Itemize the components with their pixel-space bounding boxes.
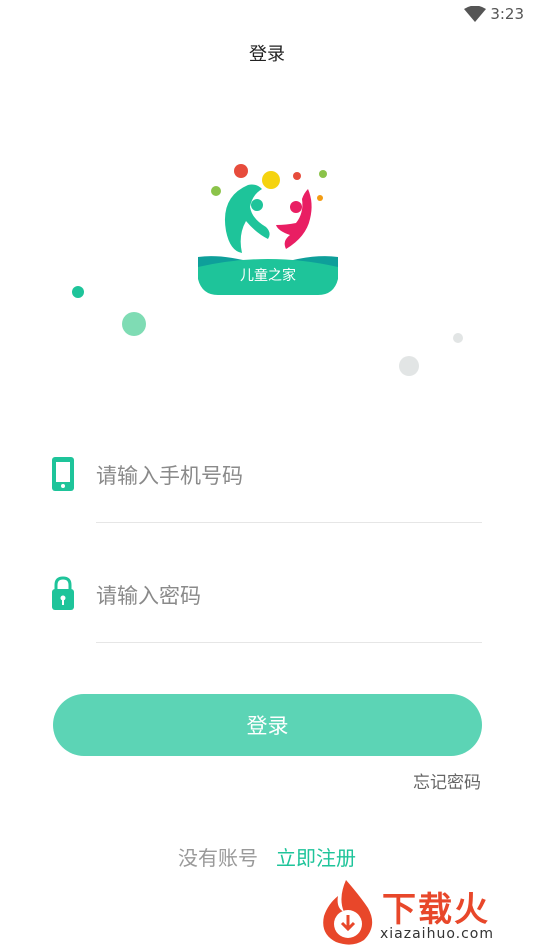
page-title: 登录	[249, 44, 285, 65]
decor-dot	[72, 286, 84, 298]
decor-dot	[122, 312, 146, 336]
forgot-password-link[interactable]: 忘记密码	[413, 768, 481, 793]
password-underline	[96, 642, 482, 643]
password-input[interactable]	[96, 576, 482, 616]
wifi-icon	[464, 6, 486, 22]
status-bar: 3:23	[0, 0, 534, 28]
decor-dot	[453, 333, 463, 343]
phone-input[interactable]	[96, 456, 482, 496]
no-account-text: 没有账号	[178, 846, 258, 870]
password-field-row	[50, 576, 482, 646]
app-logo: 儿童之家	[190, 155, 346, 295]
phone-underline	[96, 522, 482, 523]
logo-text: 儿童之家	[240, 268, 296, 284]
flame-download-icon	[323, 880, 373, 945]
phone-icon	[52, 457, 74, 491]
watermark: 下载火 xiazaihuo.com	[316, 878, 530, 946]
watermark-url: xiazaihuo.com	[380, 926, 494, 942]
status-time: 3:23	[490, 5, 524, 23]
register-row: 没有账号 立即注册	[0, 842, 534, 871]
login-button[interactable]: 登录	[53, 694, 482, 756]
phone-field-row	[50, 456, 482, 526]
register-link[interactable]: 立即注册	[276, 846, 356, 870]
watermark-brand: 下载火	[382, 890, 490, 930]
decor-dot	[399, 356, 419, 376]
lock-icon	[52, 576, 74, 610]
